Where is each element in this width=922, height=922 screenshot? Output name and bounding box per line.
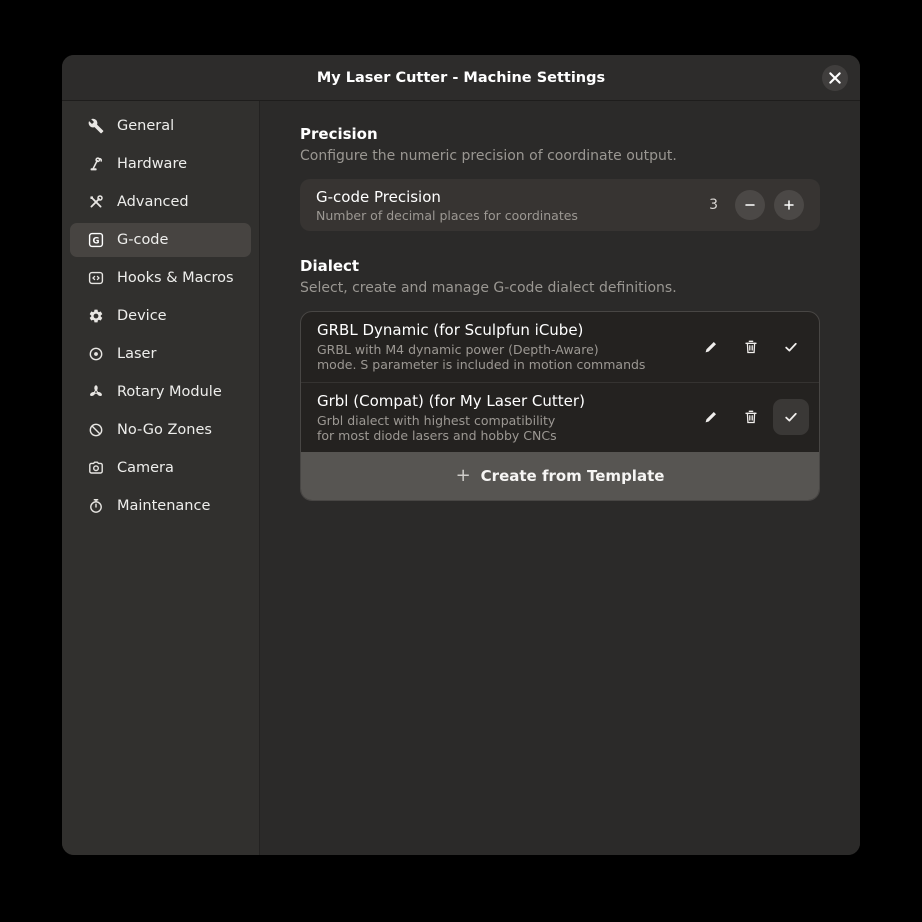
dialect-text: Grbl (Compat) (for My Laser Cutter) Grbl… bbox=[317, 392, 585, 444]
dialect-row-grbl-dynamic: GRBL Dynamic (for Sculpfun iCube) GRBL w… bbox=[301, 312, 819, 382]
macro-code-icon bbox=[88, 270, 104, 286]
sidebar-item-rotary-module[interactable]: Rotary Module bbox=[70, 375, 251, 409]
sidebar-item-label: Camera bbox=[117, 460, 174, 476]
sidebar-item-label: General bbox=[117, 118, 174, 134]
gear-icon bbox=[88, 308, 104, 324]
laser-target-icon bbox=[88, 346, 104, 362]
check-icon bbox=[783, 339, 799, 355]
sidebar-item-label: Maintenance bbox=[117, 498, 210, 514]
sidebar-item-label: Hooks & Macros bbox=[117, 270, 234, 286]
crossed-tools-icon bbox=[88, 194, 104, 210]
window-title: My Laser Cutter - Machine Settings bbox=[317, 70, 605, 86]
robot-arm-icon bbox=[88, 156, 104, 172]
main-content: Precision Configure the numeric precisio… bbox=[260, 101, 860, 855]
pencil-icon bbox=[703, 409, 719, 425]
sidebar-item-label: No-Go Zones bbox=[117, 422, 212, 438]
edit-dialect-button[interactable] bbox=[693, 329, 729, 365]
dialect-heading: Dialect bbox=[300, 257, 820, 275]
sidebar-item-no-go-zones[interactable]: No-Go Zones bbox=[70, 413, 251, 447]
dialect-actions bbox=[693, 329, 809, 365]
gcode-precision-row: G-code Precision Number of decimal place… bbox=[300, 179, 820, 231]
sidebar-item-maintenance[interactable]: Maintenance bbox=[70, 489, 251, 523]
sidebar-item-camera[interactable]: Camera bbox=[70, 451, 251, 485]
sidebar-item-label: Hardware bbox=[117, 156, 187, 172]
precision-spinner: 3 bbox=[709, 190, 804, 220]
dialect-description: Select, create and manage G-code dialect… bbox=[300, 280, 820, 296]
sidebar: General Hardware bbox=[62, 101, 260, 855]
app-body: General Hardware bbox=[62, 101, 860, 855]
precision-description: Configure the numeric precision of coord… bbox=[300, 148, 820, 164]
select-dialect-button-active[interactable] bbox=[773, 399, 809, 435]
delete-dialect-button[interactable] bbox=[733, 329, 769, 365]
svg-text:G: G bbox=[93, 236, 100, 246]
machine-settings-window: My Laser Cutter - Machine Settings Gener… bbox=[62, 55, 860, 855]
increase-precision-button[interactable] bbox=[774, 190, 804, 220]
gcode-precision-text: G-code Precision Number of decimal place… bbox=[316, 188, 578, 223]
dialect-text: GRBL Dynamic (for Sculpfun iCube) GRBL w… bbox=[317, 321, 645, 373]
dialect-subtitle-line2: for most diode lasers and hobby CNCs bbox=[317, 428, 585, 443]
select-dialect-button[interactable] bbox=[773, 329, 809, 365]
dialect-row-grbl-compat: Grbl (Compat) (for My Laser Cutter) Grbl… bbox=[301, 382, 819, 453]
trash-icon bbox=[743, 339, 759, 355]
check-icon bbox=[783, 409, 799, 425]
dialect-subtitle-line2: mode. S parameter is included in motion … bbox=[317, 357, 645, 372]
dialect-title: GRBL Dynamic (for Sculpfun iCube) bbox=[317, 321, 645, 339]
sidebar-item-label: Device bbox=[117, 308, 167, 324]
prohibited-icon bbox=[88, 422, 104, 438]
gcode-precision-subtitle: Number of decimal places for coordinates bbox=[316, 208, 578, 223]
sidebar-item-gcode[interactable]: G G-code bbox=[70, 223, 251, 257]
dialect-title: Grbl (Compat) (for My Laser Cutter) bbox=[317, 392, 585, 410]
sidebar-item-general[interactable]: General bbox=[70, 109, 251, 143]
pencil-icon bbox=[703, 339, 719, 355]
titlebar: My Laser Cutter - Machine Settings bbox=[62, 55, 860, 101]
dialect-actions bbox=[693, 399, 809, 435]
camera-icon bbox=[88, 460, 104, 476]
sidebar-item-label: Laser bbox=[117, 346, 156, 362]
create-from-template-button[interactable]: + Create from Template bbox=[301, 452, 819, 500]
precision-value: 3 bbox=[709, 197, 718, 213]
dialect-subtitle-line1: GRBL with M4 dynamic power (Depth-Aware) bbox=[317, 342, 645, 357]
trash-icon bbox=[743, 409, 759, 425]
gcode-precision-title: G-code Precision bbox=[316, 188, 578, 206]
decrease-precision-button[interactable] bbox=[735, 190, 765, 220]
sidebar-item-label: Rotary Module bbox=[117, 384, 222, 400]
sidebar-item-hooks-macros[interactable]: Hooks & Macros bbox=[70, 261, 251, 295]
create-from-template-label: Create from Template bbox=[481, 467, 665, 485]
dialect-list: GRBL Dynamic (for Sculpfun iCube) GRBL w… bbox=[300, 311, 820, 501]
sidebar-item-advanced[interactable]: Advanced bbox=[70, 185, 251, 219]
delete-dialect-button[interactable] bbox=[733, 399, 769, 435]
plus-icon bbox=[783, 199, 795, 211]
sidebar-item-laser[interactable]: Laser bbox=[70, 337, 251, 371]
sidebar-item-label: Advanced bbox=[117, 194, 189, 210]
minus-icon bbox=[744, 199, 756, 211]
plus-icon: + bbox=[456, 467, 471, 485]
close-button[interactable] bbox=[822, 65, 848, 91]
wrench-icon bbox=[88, 118, 104, 134]
sidebar-item-label: G-code bbox=[117, 232, 168, 248]
sidebar-item-device[interactable]: Device bbox=[70, 299, 251, 333]
dialect-subtitle-line1: Grbl dialect with highest compatibility bbox=[317, 413, 585, 428]
rotary-fan-icon bbox=[88, 384, 104, 400]
edit-dialect-button[interactable] bbox=[693, 399, 729, 435]
desktop-background: My Laser Cutter - Machine Settings Gener… bbox=[0, 0, 922, 922]
sidebar-item-hardware[interactable]: Hardware bbox=[70, 147, 251, 181]
precision-heading: Precision bbox=[300, 125, 820, 143]
stopwatch-icon bbox=[88, 498, 104, 514]
gcode-badge-icon: G bbox=[88, 232, 104, 248]
close-icon bbox=[827, 70, 843, 86]
